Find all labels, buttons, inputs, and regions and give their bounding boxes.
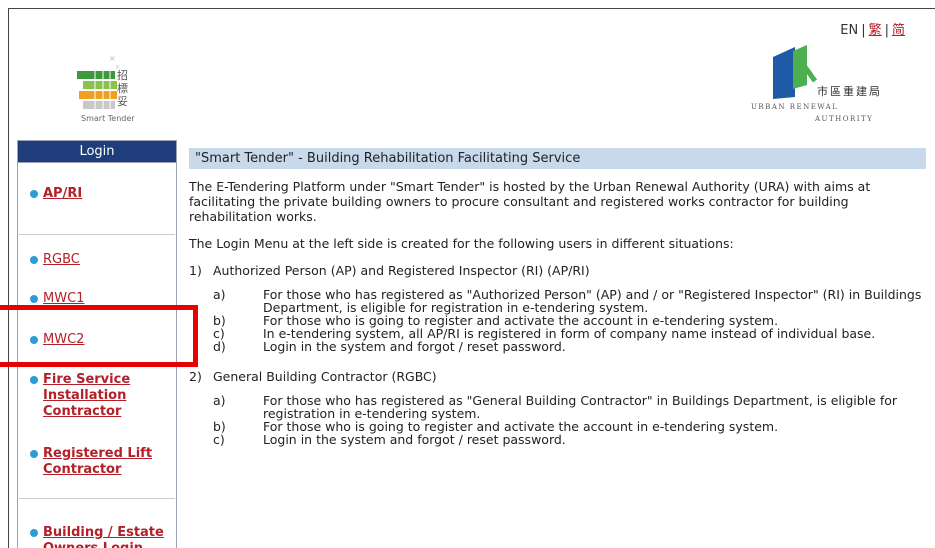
list-item-text: For those who has registered as "General… [263,393,898,421]
page-frame: EN | 繁 | 简 × × 招 標 妥 Smart Tender 市區重建局 URBA… [8,8,935,548]
section-title: General Building Contractor (RGBC) [213,369,437,384]
svg-text:×: × [109,54,116,63]
smart-tender-logo-graphic: × × 招 標 妥 Smart Tender [77,54,135,123]
list-item-text: For those who has registered as "Authori… [263,287,922,315]
svg-text:Smart Tender: Smart Tender [81,114,135,123]
bullet-icon [30,190,38,198]
sidebar-item-label[interactable]: Registered Lift Contractor [43,446,165,478]
list-item: a) For those who has registered as "Auth… [213,288,926,314]
sidebar-item-label[interactable]: RGBC [43,252,80,268]
bullet-icon [30,450,38,458]
section-heading: 2) General Building Contractor (RGBC) [189,369,926,384]
svg-text:URBAN RENEWAL: URBAN RENEWAL [751,103,838,111]
sidebar-item-fire-service[interactable]: Fire Service Installation Contractor [30,372,150,420]
sidebar-item-mwc2[interactable]: MWC2 [30,332,84,348]
list-item: d) Login in the system and forgot / rese… [213,340,926,353]
login-sidebar: Login AP/RI RGBC MWC1 MWC2 Fire Service … [17,140,177,548]
section-number: 2) [189,369,202,384]
page-title: "Smart Tender" - Building Rehabilitation… [189,148,926,169]
bullet-icon [30,295,38,303]
section-number: 1) [189,263,202,278]
svg-text:AUTHORITY: AUTHORITY [814,115,873,123]
svg-text:標: 標 [117,81,128,95]
intro-paragraph: The E-Tendering Platform under "Smart Te… [189,179,871,224]
sidebar-item-label[interactable]: Building / Estate Owners Login [43,525,170,548]
svg-text:招: 招 [117,68,128,82]
sidebar-item-mwc1[interactable]: MWC1 [30,291,84,307]
main-content: "Smart Tender" - Building Rehabilitation… [189,148,926,446]
ura-logo-graphic: 市區重建局 URBAN RENEWAL AUTHORITY [751,45,882,123]
list-item-letter: c) [213,432,225,447]
sidebar-item-label[interactable]: MWC2 [43,332,84,348]
lang-simplified-chinese-link[interactable]: 简 [892,23,905,38]
section-list: a) For those who has registered as "Auth… [213,288,926,353]
list-item-letter: a) [213,287,226,302]
sidebar-item-label[interactable]: AP/RI [43,186,82,202]
bullet-icon [30,336,38,344]
menu-intro-paragraph: The Login Menu at the left side is creat… [189,236,734,251]
section-title: Authorized Person (AP) and Registered In… [213,263,590,278]
bullet-icon [30,376,38,384]
language-switcher: EN | 繁 | 简 [840,19,905,38]
bullet-icon [30,529,38,537]
list-item-letter: d) [213,339,226,354]
lang-separator: | [861,23,866,38]
list-item: a) For those who has registered as "Gene… [213,394,926,420]
bullet-icon [30,256,38,264]
list-item-letter: a) [213,393,226,408]
section-list: a) For those who has registered as "Gene… [213,394,926,446]
smart-tender-logo[interactable]: × × 招 標 妥 Smart Tender [65,49,145,129]
lang-traditional-chinese-link[interactable]: 繁 [869,23,882,38]
sidebar-divider [19,234,175,235]
svg-text:市區重建局: 市區重建局 [817,84,882,98]
list-item-text: Login in the system and forgot / reset p… [263,432,566,447]
list-item-text: Login in the system and forgot / reset p… [263,339,566,354]
sidebar-divider [19,498,175,499]
section-heading: 1) Authorized Person (AP) and Registered… [189,263,926,278]
sidebar-title: Login [18,141,176,163]
sidebar-item-ap-ri[interactable]: AP/RI [30,186,82,202]
sidebar-item-label[interactable]: MWC1 [43,291,84,307]
sidebar-item-label[interactable]: Fire Service Installation Contractor [43,372,150,420]
svg-text:妥: 妥 [117,95,128,108]
lang-en[interactable]: EN [840,23,858,38]
lang-separator: | [884,23,889,38]
ura-logo[interactable]: 市區重建局 URBAN RENEWAL AUTHORITY [745,37,895,127]
list-item: c) Login in the system and forgot / rese… [213,433,926,446]
sidebar-item-lift-contractor[interactable]: Registered Lift Contractor [30,446,165,478]
sidebar-item-rgbc[interactable]: RGBC [30,252,80,268]
sidebar-item-owners-login[interactable]: Building / Estate Owners Login [30,525,170,548]
